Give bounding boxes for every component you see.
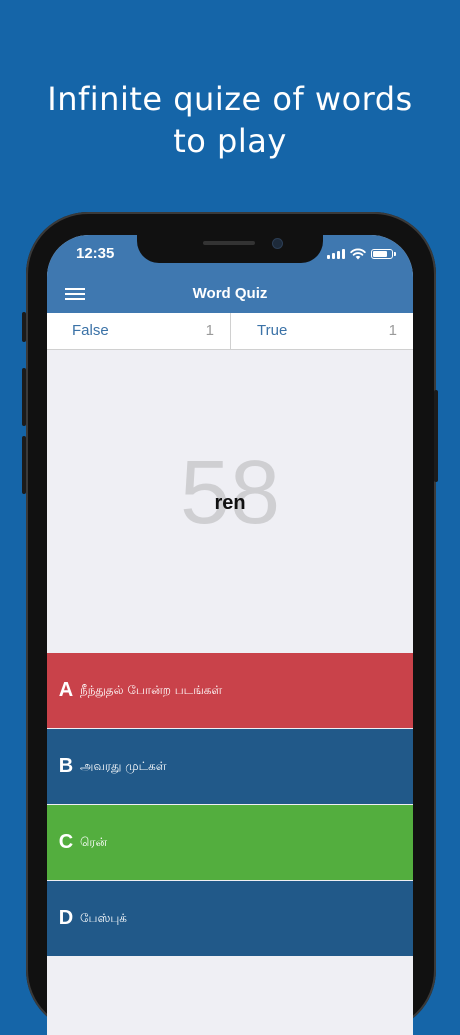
score-bar: False 1 True 1 <box>47 313 413 350</box>
front-camera <box>272 238 283 249</box>
answer-option-c[interactable]: C ரென் <box>47 805 413 880</box>
answer-option-d[interactable]: D பேஸ்புக் <box>47 881 413 956</box>
true-score: True 1 <box>231 313 413 349</box>
answer-letter: B <box>58 755 74 777</box>
battery-level-fill <box>373 251 388 257</box>
nav-bar: Word Quiz <box>47 279 413 313</box>
answer-text: நீந்துதல் போன்ற படங்கள் <box>80 682 223 697</box>
phone-power-button <box>434 390 438 482</box>
speaker-grille <box>203 241 255 245</box>
promo-headline-line1: Infinite quize of words <box>47 80 413 118</box>
screen-bottom-area <box>47 957 413 1035</box>
status-icons <box>327 248 396 260</box>
phone-notch <box>137 235 323 263</box>
answer-letter: C <box>58 831 74 853</box>
app-title: Word Quiz <box>192 285 268 302</box>
phone-volume-down-button <box>22 436 26 494</box>
promo-headline: Infinite quize of words to play <box>0 78 460 162</box>
true-score-label: True <box>257 322 288 339</box>
promo-headline-line2: to play <box>173 122 287 160</box>
battery-icon <box>371 249 396 259</box>
answer-text: அவரது முட்கள் <box>80 758 167 773</box>
answer-option-a[interactable]: A நீந்துதல் போன்ற படங்கள் <box>47 653 413 728</box>
false-score: False 1 <box>47 313 231 349</box>
wifi-icon <box>350 248 366 260</box>
false-score-label: False <box>72 322 109 339</box>
status-bar: 12:35 <box>47 235 413 279</box>
question-area: 58 ren <box>47 350 413 653</box>
phone-silent-switch <box>22 312 26 342</box>
answer-letter: D <box>58 907 74 929</box>
answer-text: பேஸ்புக் <box>80 910 127 925</box>
false-score-count: 1 <box>205 322 214 339</box>
true-score-count: 1 <box>388 322 397 339</box>
quiz-word: ren <box>214 492 246 514</box>
status-time: 12:35 <box>76 245 115 262</box>
phone-screen: 12:35 Word Quiz False 1 True 1 58 ren A … <box>47 235 413 1035</box>
answer-text: ரென் <box>80 834 108 849</box>
cellular-signal-icon <box>327 249 345 259</box>
answer-option-b[interactable]: B அவரது முட்கள் <box>47 729 413 804</box>
answer-letter: A <box>58 679 74 701</box>
phone-volume-up-button <box>22 368 26 426</box>
